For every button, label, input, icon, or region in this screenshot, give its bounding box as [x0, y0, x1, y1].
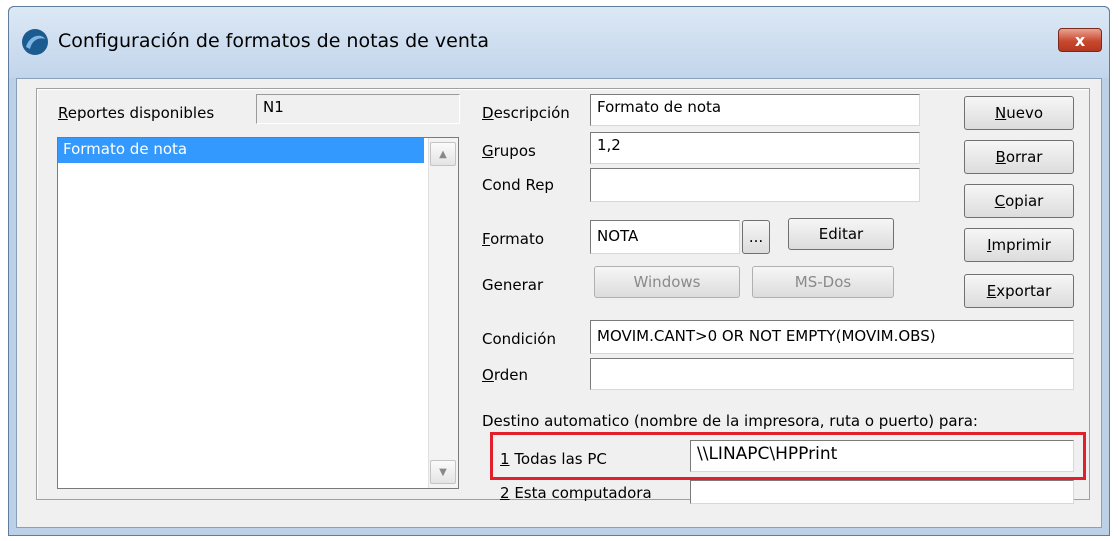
reports-listbox[interactable]	[57, 137, 459, 489]
generar-msdos-button[interactable]: MS-Dos	[752, 266, 894, 298]
highlight-box	[490, 432, 1086, 480]
condicion-input[interactable]: MOVIM.CANT>0 OR NOT EMPTY(MOVIM.OBS)	[590, 320, 1074, 354]
destino-label: Destino automatico (nombre de la impreso…	[482, 412, 978, 430]
orden-label: Orden	[482, 366, 528, 384]
list-item-selected[interactable]: Formato de nota	[58, 138, 424, 163]
reportes-disponibles-label: Reportes disponibles	[58, 104, 215, 122]
copiar-button[interactable]: Copiar	[964, 184, 1074, 218]
orden-input[interactable]	[590, 358, 1074, 390]
generar-windows-button[interactable]: Windows	[594, 266, 740, 298]
grupos-label: Grupos	[482, 142, 536, 160]
borrar-button[interactable]: Borrar	[964, 140, 1074, 174]
close-button[interactable]: x	[1058, 28, 1102, 52]
nuevo-button[interactable]: Nuevo	[964, 96, 1074, 130]
app-icon	[22, 29, 48, 55]
formato-input[interactable]: NOTA	[590, 220, 740, 254]
condicion-label: Condición	[482, 330, 556, 348]
grupos-input[interactable]: 1,2	[590, 132, 920, 164]
exportar-button[interactable]: Exportar	[964, 274, 1074, 308]
scroll-down-icon[interactable]: ▼	[430, 460, 456, 484]
cond-rep-input[interactable]	[590, 168, 920, 202]
editar-button[interactable]: Editar	[788, 218, 894, 250]
imprimir-button[interactable]: Imprimir	[964, 228, 1074, 262]
listbox-scrollbar[interactable]	[428, 138, 458, 488]
formato-label: Formato	[482, 230, 545, 248]
descripcion-input[interactable]: Formato de nota	[590, 94, 920, 126]
cond-rep-label: Cond Rep	[482, 176, 554, 194]
descripcion-label: Descripción	[482, 104, 570, 122]
esta-computadora-input[interactable]	[690, 480, 1074, 504]
window-title: Configuración de formatos de notas de ve…	[58, 30, 489, 52]
browse-formato-button[interactable]: ...	[742, 220, 770, 254]
esta-computadora-label: 2 Esta computadora	[500, 484, 652, 502]
scroll-up-icon[interactable]: ▲	[430, 142, 456, 166]
report-code-field: N1	[256, 94, 460, 124]
generar-label: Generar	[482, 276, 544, 294]
